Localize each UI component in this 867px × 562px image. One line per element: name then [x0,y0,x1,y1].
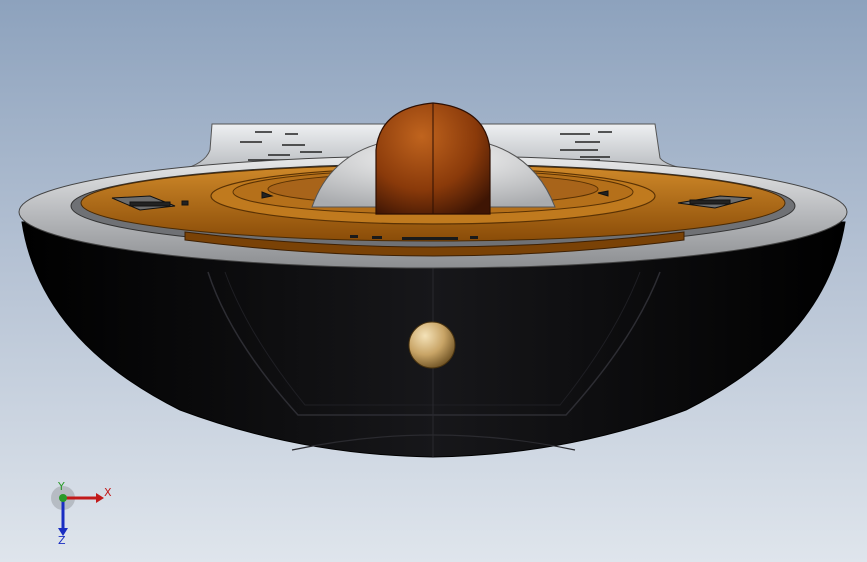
z-axis-label: Z [58,534,66,547]
front-knob [408,321,456,369]
graphics-viewport[interactable]: X Y Z [0,0,867,562]
y-axis-label: Y [57,480,65,493]
y-axis-dot [59,494,67,502]
axis-triad: X Y Z [51,480,112,547]
x-axis-arrow [96,493,104,503]
x-axis-label: X [104,486,112,499]
3d-model-render[interactable] [0,0,867,562]
